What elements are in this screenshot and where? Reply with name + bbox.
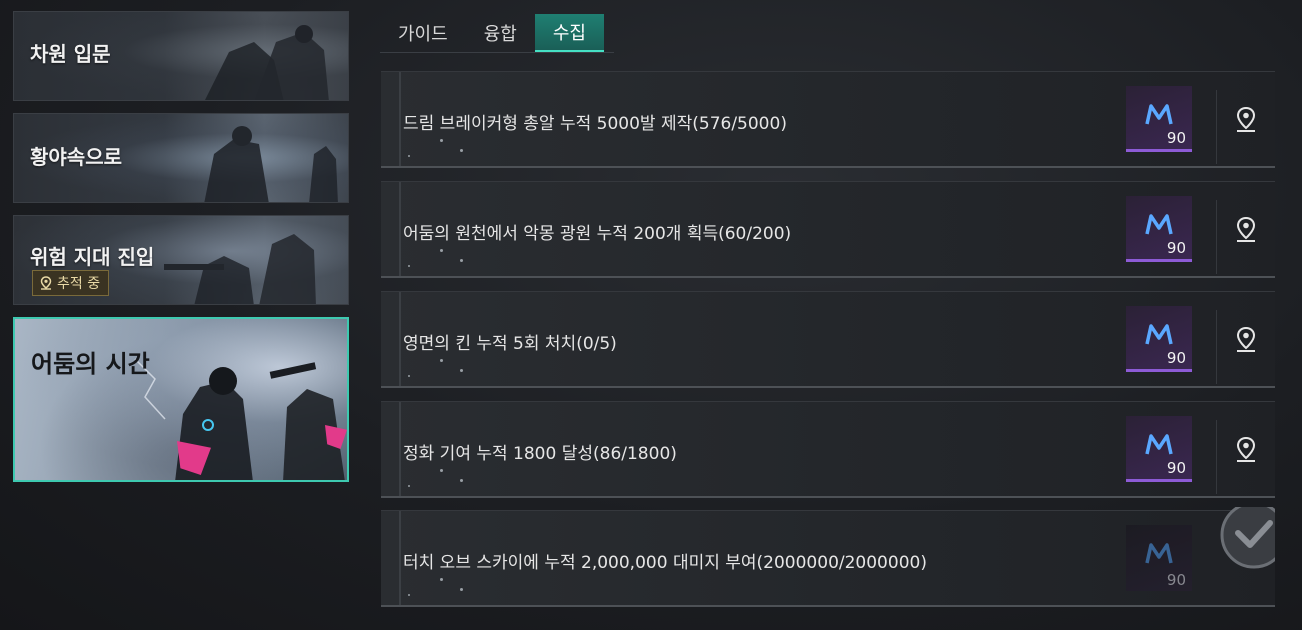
reward-item-claimed: 90 — [1126, 525, 1192, 591]
checkmark-icon — [1220, 507, 1275, 569]
reward-item[interactable]: 90 — [1126, 196, 1192, 262]
quest-description: 드림 브레이커형 총알 누적 5000발 제작(576/5000) — [403, 114, 787, 134]
reward-item[interactable]: 90 — [1126, 306, 1192, 372]
chapter-title: 황야속으로 — [30, 145, 122, 169]
map-pin-icon[interactable] — [1233, 106, 1259, 134]
quest-description: 어둠의 원천에서 악몽 광원 누적 200개 획득(60/200) — [403, 224, 792, 244]
tab-collection[interactable]: 수집 — [534, 14, 604, 52]
currency-m-logo-icon — [1145, 543, 1173, 564]
quest-description: 터치 오브 스카이에 누적 2,000,000 대미지 부여(2000000/2… — [403, 553, 927, 573]
quest-row: 영면의 킨 누적 5회 처치(0/5) 90 — [381, 291, 1275, 388]
map-pin-icon[interactable] — [1233, 326, 1259, 354]
chapter-card-4-selected[interactable]: 어둠의 시간 — [13, 317, 349, 482]
chapter-card-3[interactable]: 위험 지대 진입 추적 중 — [13, 215, 349, 305]
quest-description: 정화 기여 누적 1800 달성(86/1800) — [403, 444, 677, 464]
tracking-badge: 추적 중 — [32, 270, 110, 296]
currency-m-logo-icon — [1145, 324, 1173, 345]
reward-item[interactable]: 90 — [1126, 416, 1192, 482]
currency-m-logo-icon — [1145, 214, 1173, 235]
reward-count: 90 — [1166, 239, 1186, 257]
reward-count: 90 — [1166, 459, 1186, 477]
currency-m-logo-icon — [1145, 104, 1173, 125]
chapter-card-2[interactable]: 황야속으로 — [13, 113, 349, 203]
quest-description: 영면의 킨 누적 5회 처치(0/5) — [403, 334, 617, 354]
map-pin-icon — [40, 276, 52, 290]
quest-row: 어둠의 원천에서 악몽 광원 누적 200개 획득(60/200) 90 — [381, 181, 1275, 278]
currency-m-logo-icon — [1145, 434, 1173, 455]
tracking-badge-label: 추적 중 — [57, 276, 101, 292]
tab-guide[interactable]: 가이드 — [380, 14, 466, 52]
quest-row: 드림 브레이커형 총알 누적 5000발 제작(576/5000) 90 — [381, 71, 1275, 168]
reward-item[interactable]: 90 — [1126, 86, 1192, 152]
chapter-card-1[interactable]: 차원 입문 — [13, 11, 349, 101]
quest-row: 정화 기여 누적 1800 달성(86/1800) 90 — [381, 401, 1275, 498]
chapter-title: 위험 지대 진입 — [30, 245, 155, 269]
reward-count: 90 — [1166, 129, 1186, 147]
map-pin-icon[interactable] — [1233, 216, 1259, 244]
category-tabs: 가이드 융합 수집 — [380, 14, 614, 53]
reward-count: 90 — [1166, 571, 1186, 589]
quest-row-completed: 터치 오브 스카이에 누적 2,000,000 대미지 부여(2000000/2… — [381, 507, 1275, 607]
chapter-title: 어둠의 시간 — [31, 350, 150, 378]
chapter-title: 차원 입문 — [30, 42, 111, 66]
reward-count: 90 — [1166, 349, 1186, 367]
map-pin-icon[interactable] — [1233, 436, 1259, 464]
tabs-underline — [380, 52, 614, 53]
tab-fusion[interactable]: 융합 — [466, 14, 535, 52]
